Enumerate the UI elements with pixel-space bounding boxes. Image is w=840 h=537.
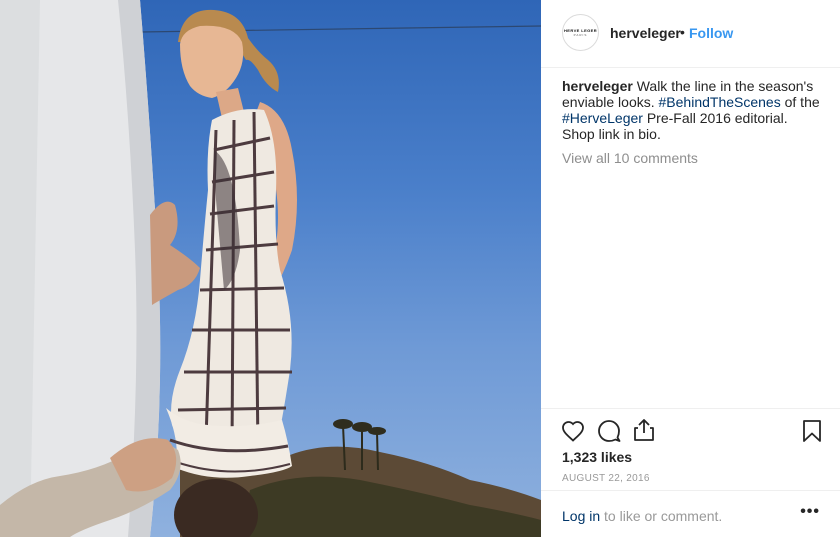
avatar-logo-text: HERVE LEGER bbox=[564, 27, 597, 33]
likes-count[interactable]: 1,323 likes bbox=[562, 449, 632, 465]
login-prompt-text: to like or comment. bbox=[600, 508, 723, 524]
post-image[interactable] bbox=[0, 0, 541, 537]
login-bar: Log in to like or comment. ••• bbox=[541, 490, 840, 537]
post-photo-illustration bbox=[0, 0, 541, 537]
caption-username[interactable]: herveleger bbox=[562, 78, 633, 94]
share-icon[interactable] bbox=[633, 418, 655, 447]
post-caption: herveleger Walk the line in the season's… bbox=[562, 78, 822, 142]
post-date[interactable]: AUGUST 22, 2016 bbox=[562, 473, 650, 484]
heart-icon[interactable] bbox=[561, 420, 585, 447]
palm-fronds bbox=[333, 419, 386, 435]
login-prompt: Log in to like or comment. bbox=[562, 508, 722, 524]
avatar[interactable]: HERVE LEGER PARIS bbox=[562, 14, 599, 51]
assistant-hand bbox=[150, 201, 200, 305]
header-username[interactable]: herveleger bbox=[610, 25, 681, 41]
bookmark-icon[interactable] bbox=[802, 419, 822, 448]
hashtag-herve-leger[interactable]: #HerveLeger bbox=[562, 110, 643, 126]
caption-text-2: of the bbox=[780, 94, 820, 110]
post-header: HERVE LEGER PARIS herveleger • Follow bbox=[541, 0, 840, 68]
follow-button[interactable]: Follow bbox=[689, 25, 733, 41]
avatar-logo-subtext: PARIS bbox=[573, 32, 588, 37]
login-link[interactable]: Log in bbox=[562, 508, 600, 524]
hashtag-behind-the-scenes[interactable]: #BehindTheScenes bbox=[659, 94, 781, 110]
model-figure bbox=[166, 9, 297, 478]
comment-icon[interactable] bbox=[597, 419, 621, 448]
avatar-logo: HERVE LEGER PARIS bbox=[564, 28, 597, 38]
post-actions-section: 1,323 likes AUGUST 22, 2016 Log in to li… bbox=[541, 408, 840, 537]
post-side-panel: HERVE LEGER PARIS herveleger • Follow he… bbox=[541, 0, 840, 537]
more-options-icon[interactable]: ••• bbox=[800, 503, 820, 521]
header-separator: • bbox=[680, 24, 685, 40]
view-all-comments-link[interactable]: View all 10 comments bbox=[562, 150, 698, 166]
